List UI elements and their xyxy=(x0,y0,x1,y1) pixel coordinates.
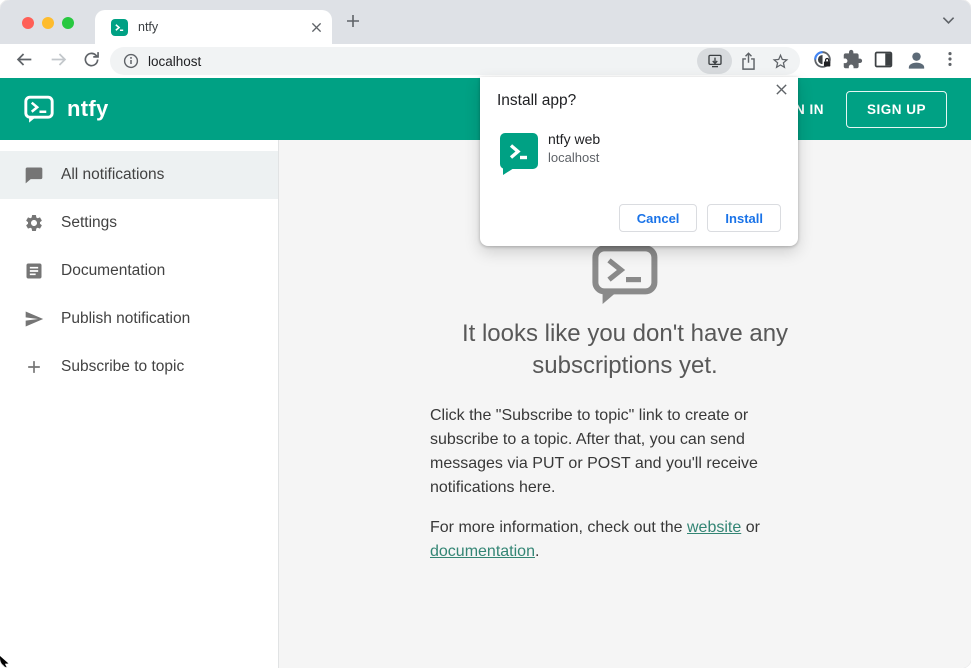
forward-icon xyxy=(48,49,70,71)
sidebar: All notifications Settings Documentation… xyxy=(0,140,279,668)
menu-kebab-icon[interactable] xyxy=(940,49,960,69)
bookmark-star-icon[interactable] xyxy=(771,52,790,71)
profile-avatar-icon[interactable] xyxy=(905,49,928,72)
dialog-title: Install app? xyxy=(497,92,577,109)
documentation-link[interactable]: documentation xyxy=(430,543,535,560)
browser-toolbar: localhost xyxy=(0,44,971,78)
tab-strip: ntfy xyxy=(0,0,971,44)
side-panel-icon[interactable] xyxy=(873,49,894,70)
sidebar-item-label: Settings xyxy=(61,214,118,231)
sidebar-item-label: Subscribe to topic xyxy=(61,358,185,375)
chat-bubble-icon xyxy=(24,165,44,185)
gear-icon xyxy=(24,213,44,233)
sidebar-item-subscribe-to-topic[interactable]: Subscribe to topic xyxy=(0,343,278,391)
tab-title: ntfy xyxy=(138,20,159,34)
sidebar-item-all-notifications[interactable]: All notifications xyxy=(0,151,278,199)
plus-icon xyxy=(24,357,44,377)
macos-minimize-button[interactable] xyxy=(42,17,54,29)
browser-tab[interactable]: ntfy xyxy=(95,10,332,44)
extensions-puzzle-icon[interactable] xyxy=(842,49,863,70)
sidebar-item-publish-notification[interactable]: Publish notification xyxy=(0,295,278,343)
mouse-cursor-icon xyxy=(0,656,10,668)
dialog-actions: Cancel Install xyxy=(618,204,781,232)
dialog-app-name: ntfy web xyxy=(548,131,601,147)
website-link[interactable]: website xyxy=(687,519,741,536)
tab-close-icon[interactable] xyxy=(311,22,322,33)
ntfy-favicon-icon xyxy=(111,18,128,36)
more-info-prefix: For more information, check out the xyxy=(430,519,687,536)
share-icon[interactable] xyxy=(740,51,757,71)
sign-up-button[interactable]: SIGN UP xyxy=(845,90,947,128)
install-button[interactable]: Install xyxy=(707,204,781,232)
privacy-extension-icon[interactable] xyxy=(812,49,834,71)
address-bar[interactable]: localhost xyxy=(110,47,800,75)
new-tab-icon[interactable] xyxy=(345,13,361,29)
document-icon xyxy=(24,261,44,281)
tab-search-icon[interactable] xyxy=(942,16,955,25)
dialog-close-icon[interactable] xyxy=(775,83,788,96)
site-info-icon[interactable] xyxy=(123,53,139,69)
ntfy-logo-icon xyxy=(24,95,54,124)
sidebar-item-label: Publish notification xyxy=(61,310,191,327)
reload-icon[interactable] xyxy=(81,49,102,70)
url-text[interactable]: localhost xyxy=(148,54,697,69)
more-info-paragraph: For more information, check out the webs… xyxy=(430,516,820,564)
more-info-middle: or xyxy=(741,519,760,536)
empty-state-heading: It looks like you don't have any subscri… xyxy=(461,320,789,379)
cancel-button[interactable]: Cancel xyxy=(618,204,698,232)
install-app-dialog: Install app? ntfy web localhost Cancel I… xyxy=(480,77,798,246)
more-info-suffix: . xyxy=(534,543,540,560)
browser-window: ntfy localhost ntfy IN SIGN UP All notif… xyxy=(0,0,971,668)
ntfy-empty-state-icon xyxy=(591,244,659,306)
send-icon xyxy=(24,309,44,329)
sidebar-item-label: Documentation xyxy=(61,262,166,279)
macos-zoom-button[interactable] xyxy=(62,17,74,29)
dialog-app-origin: localhost xyxy=(548,150,600,165)
sidebar-item-documentation[interactable]: Documentation xyxy=(0,247,278,295)
back-icon[interactable] xyxy=(13,49,35,71)
install-app-icon[interactable] xyxy=(697,48,732,74)
brand-title: ntfy xyxy=(67,96,109,121)
empty-state-paragraph: Click the "Subscribe to topic" link to c… xyxy=(430,407,758,496)
sidebar-item-settings[interactable]: Settings xyxy=(0,199,278,247)
sidebar-item-label: All notifications xyxy=(61,166,165,183)
macos-close-button[interactable] xyxy=(22,17,34,29)
ntfy-app-icon xyxy=(500,133,538,175)
